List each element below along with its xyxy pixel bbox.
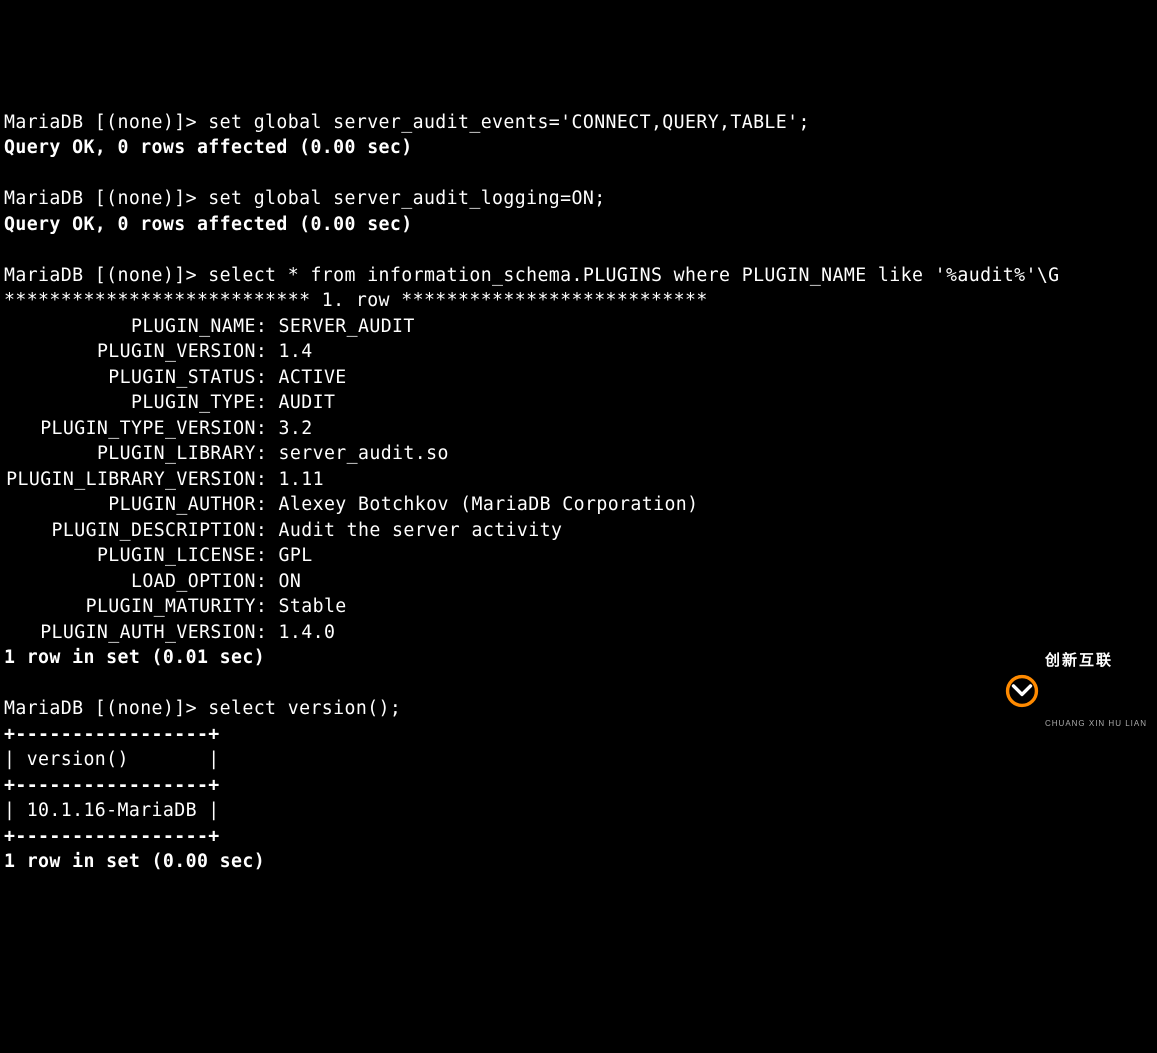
- terminal-line: | version() |: [4, 747, 1153, 772]
- terminal-line: 1 row in set (0.01 sec): [4, 645, 1153, 670]
- watermark-text-cn: 创新互联: [1045, 653, 1147, 668]
- plugin-field: PLUGIN_TYPE_VERSION: 3.2: [4, 416, 1153, 441]
- plugin-field: PLUGIN_AUTH_VERSION: 1.4.0: [4, 620, 1153, 645]
- plugin-field: PLUGIN_STATUS: ACTIVE: [4, 365, 1153, 390]
- terminal-line: Query OK, 0 rows affected (0.00 sec): [4, 212, 1153, 237]
- plugin-field: PLUGIN_AUTHOR: Alexey Botchkov (MariaDB …: [4, 492, 1153, 517]
- terminal-line: +-----------------+: [4, 722, 1153, 747]
- terminal-blank: [4, 161, 1153, 186]
- terminal-line: MariaDB [(none)]> set global server_audi…: [4, 110, 1153, 135]
- watermark-text-en: CHUANG XIN HU LIAN: [1045, 719, 1147, 729]
- terminal-line: | 10.1.16-MariaDB |: [4, 798, 1153, 823]
- terminal-output: MariaDB [(none)]> set global server_audi…: [4, 110, 1153, 875]
- plugin-field: PLUGIN_MATURITY: Stable: [4, 594, 1153, 619]
- plugin-field: PLUGIN_LIBRARY: server_audit.so: [4, 441, 1153, 466]
- terminal-blank: [4, 671, 1153, 696]
- plugin-field: PLUGIN_TYPE: AUDIT: [4, 390, 1153, 415]
- terminal-line: *************************** 1. row *****…: [4, 288, 1153, 313]
- watermark-logo-icon: [1005, 674, 1039, 708]
- watermark: 创新互联 CHUANG XIN HU LIAN: [1005, 603, 1147, 781]
- terminal-line: +-----------------+: [4, 773, 1153, 798]
- plugin-field: PLUGIN_LICENSE: GPL: [4, 543, 1153, 568]
- plugin-field: LOAD_OPTION: ON: [4, 569, 1153, 594]
- terminal-line: MariaDB [(none)]> select version();: [4, 696, 1153, 721]
- terminal-line: 1 row in set (0.00 sec): [4, 849, 1153, 874]
- terminal-line: Query OK, 0 rows affected (0.00 sec): [4, 135, 1153, 160]
- terminal-line: MariaDB [(none)]> select * from informat…: [4, 263, 1153, 288]
- terminal-line: +-----------------+: [4, 824, 1153, 849]
- terminal-blank: [4, 237, 1153, 262]
- terminal-line: MariaDB [(none)]> set global server_audi…: [4, 186, 1153, 211]
- plugin-field: PLUGIN_VERSION: 1.4: [4, 339, 1153, 364]
- plugin-field: PLUGIN_NAME: SERVER_AUDIT: [4, 314, 1153, 339]
- plugin-field: PLUGIN_LIBRARY_VERSION: 1.11: [4, 467, 1153, 492]
- plugin-field: PLUGIN_DESCRIPTION: Audit the server act…: [4, 518, 1153, 543]
